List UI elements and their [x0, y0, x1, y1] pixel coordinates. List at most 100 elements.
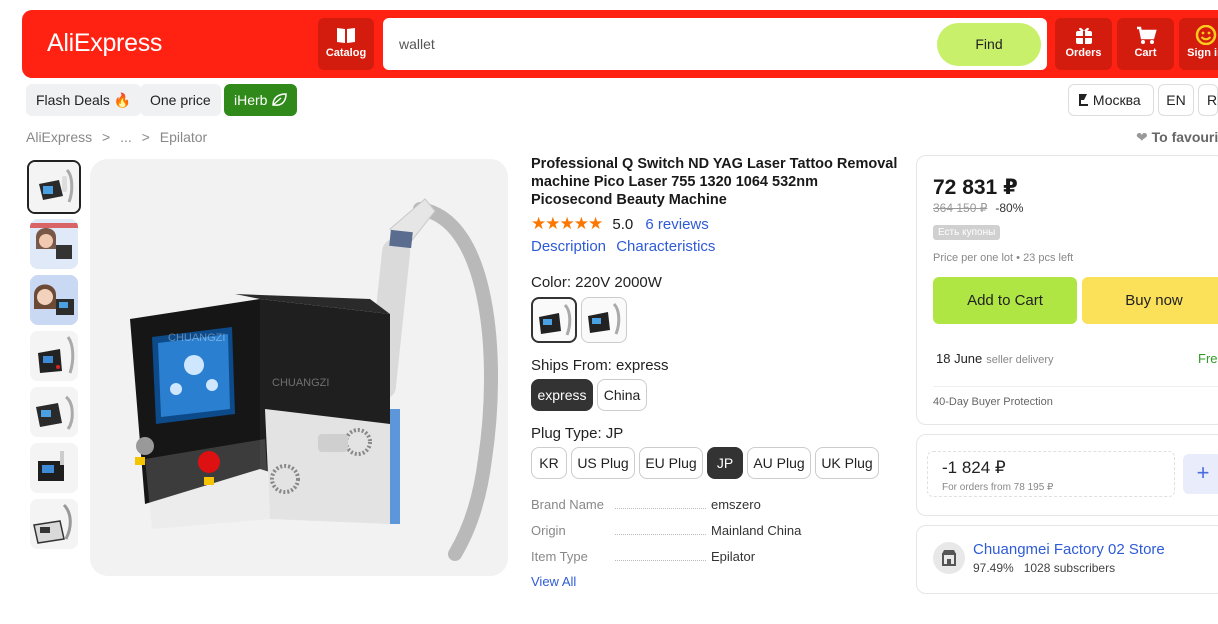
thumbnail-3[interactable]	[30, 275, 78, 325]
delivery-date: 18 June	[936, 351, 983, 366]
color-option-image	[588, 302, 621, 335]
spec-row: Origin Mainland China	[531, 523, 871, 541]
breadcrumb-separator: >	[141, 129, 150, 145]
price-info: Price per one lot • 23 pcs left	[933, 252, 1074, 264]
store-subscribers: 1028 subscribers	[1023, 561, 1116, 575]
catalog-button[interactable]: Catalog	[318, 18, 374, 70]
tab-description[interactable]: Description	[531, 238, 606, 255]
breadcrumb-epilator[interactable]: Epilator	[160, 129, 207, 145]
rating-row: ★★★★★ 5.0 6 reviews	[531, 214, 709, 234]
shop-icon	[942, 550, 956, 566]
cart-button[interactable]: Cart	[1117, 18, 1174, 70]
star-rating-icon: ★★★★★	[531, 214, 603, 233]
one-price-label: One price	[150, 92, 211, 108]
machine-thumbnail-image	[30, 443, 78, 493]
coupon-card: -1 824 ₽ For orders from 78 195 ₽ +	[916, 434, 1218, 516]
spec-row: Brand Name emszero	[531, 497, 871, 515]
store-rating: 97.49%	[973, 561, 1014, 575]
orders-label: Orders	[1065, 47, 1102, 59]
language-selector[interactable]: EN	[1158, 84, 1194, 116]
model-thumbnail-image	[30, 219, 78, 269]
iherb-button[interactable]: iHerb	[224, 84, 298, 116]
coupon-note: For orders from 78 195 ₽	[942, 482, 1054, 493]
view-all-link[interactable]: View All	[531, 574, 576, 589]
favourite-label: To favourites	[1151, 129, 1218, 145]
smiley-icon	[1195, 25, 1216, 45]
plug-option-jp[interactable]: JP	[707, 447, 743, 479]
delivery-note: seller delivery	[986, 354, 1054, 366]
spec-dots	[615, 534, 706, 535]
aliexpress-logo[interactable]: AliExpress	[47, 29, 162, 58]
main-product-image[interactable]: CHUANGZI CHUANGZI	[90, 159, 508, 576]
store-name-link[interactable]: Chuangmei Factory 02 Store	[973, 541, 1165, 558]
search-input[interactable]	[399, 32, 899, 56]
breadcrumb-home[interactable]: AliExpress	[26, 129, 92, 145]
free-shipping-label: Free	[1198, 351, 1218, 366]
discount-percent: -80%	[995, 201, 1024, 215]
location-selector[interactable]: Москва	[1068, 84, 1154, 116]
plug-option-eu[interactable]: EU Plug	[639, 447, 703, 479]
spec-key: Origin	[531, 523, 566, 538]
currency-label: RU	[1207, 92, 1218, 108]
currency-selector[interactable]: RU	[1198, 84, 1218, 116]
catalog-label: Catalog	[325, 47, 367, 59]
coupon-box: -1 824 ₽ For orders from 78 195 ₽	[927, 451, 1175, 497]
breadcrumb-separator: >	[102, 129, 111, 145]
coupon-value: -1 824 ₽	[942, 458, 1006, 477]
spec-row: Item Type Epilator	[531, 549, 871, 567]
ships-option-china[interactable]: China	[597, 379, 647, 411]
flash-deals-button[interactable]: Flash Deals 🔥	[26, 84, 142, 116]
plug-option-us[interactable]: US Plug	[571, 447, 635, 479]
gift-box-icon	[1075, 27, 1092, 44]
spec-value: emszero	[711, 497, 761, 512]
thumbnail-6[interactable]	[30, 443, 78, 493]
ships-from-label: Ships From: express	[531, 357, 669, 374]
sign-in-button[interactable]: Sign in	[1179, 18, 1218, 70]
reviews-link[interactable]: 6 reviews	[645, 216, 708, 233]
color-label: Color: 220V 2000W	[531, 274, 662, 291]
buy-box: 72 831 ₽ 364 150 ₽ -80% Есть купоны Price…	[916, 155, 1218, 425]
store-icon	[933, 542, 965, 574]
spec-dots	[615, 560, 706, 561]
book-icon	[337, 28, 355, 43]
spec-value: Epilator	[711, 549, 756, 564]
buy-now-button[interactable]: Buy now	[1082, 277, 1218, 324]
thumbnail-7[interactable]	[30, 499, 78, 549]
orders-button[interactable]: Orders	[1055, 18, 1112, 70]
product-title: Professional Q Switch ND YAG Laser Tatto…	[531, 156, 898, 208]
thumbnail-2[interactable]	[30, 219, 78, 269]
thumbnail-1[interactable]	[27, 160, 81, 214]
rating-value: 5.0	[612, 216, 634, 233]
find-button[interactable]: Find	[937, 23, 1041, 66]
language-label: EN	[1166, 92, 1186, 108]
add-to-cart-button[interactable]: Add to Cart	[933, 277, 1077, 324]
watermark-text: CHUANGZI	[272, 377, 329, 389]
plug-option-au[interactable]: AU Plug	[747, 447, 811, 479]
search-bar: Find	[383, 18, 1047, 70]
plug-option-uk[interactable]: UK Plug	[815, 447, 879, 479]
ships-option-express[interactable]: express	[531, 379, 593, 411]
favourite-button[interactable]: ❤ To favourites	[1136, 129, 1218, 146]
color-option-2[interactable]	[581, 297, 627, 343]
thumbnail-5[interactable]	[30, 387, 78, 437]
flash-deals-label: Flash Deals	[36, 92, 110, 108]
location-label: Москва	[1092, 92, 1141, 108]
divider	[933, 386, 1218, 387]
laser-machine-image: CHUANGZI CHUANGZI	[90, 159, 508, 576]
leaf-icon	[272, 93, 288, 106]
add-coupon-button[interactable]: +	[1183, 454, 1218, 494]
color-option-1[interactable]	[531, 297, 577, 343]
thumbnail-4[interactable]	[30, 331, 78, 381]
fire-icon: 🔥	[113, 92, 132, 108]
sign-in-label: Sign in	[1187, 47, 1218, 59]
one-price-button[interactable]: One price	[140, 84, 221, 116]
breadcrumb-ellipsis[interactable]: ...	[120, 129, 132, 145]
iherb-label: iHerb	[234, 92, 268, 108]
plug-option-kr[interactable]: KR	[531, 447, 567, 479]
model-thumbnail-image	[30, 275, 78, 325]
buyer-protection[interactable]: 40-Day Buyer Protection	[933, 396, 1053, 408]
location-pin-icon	[1079, 94, 1088, 106]
tab-characteristics[interactable]: Characteristics	[616, 238, 715, 255]
delivery-info: 18 June seller delivery	[936, 351, 1054, 366]
coupon-badge: Есть купоны	[933, 225, 1001, 240]
